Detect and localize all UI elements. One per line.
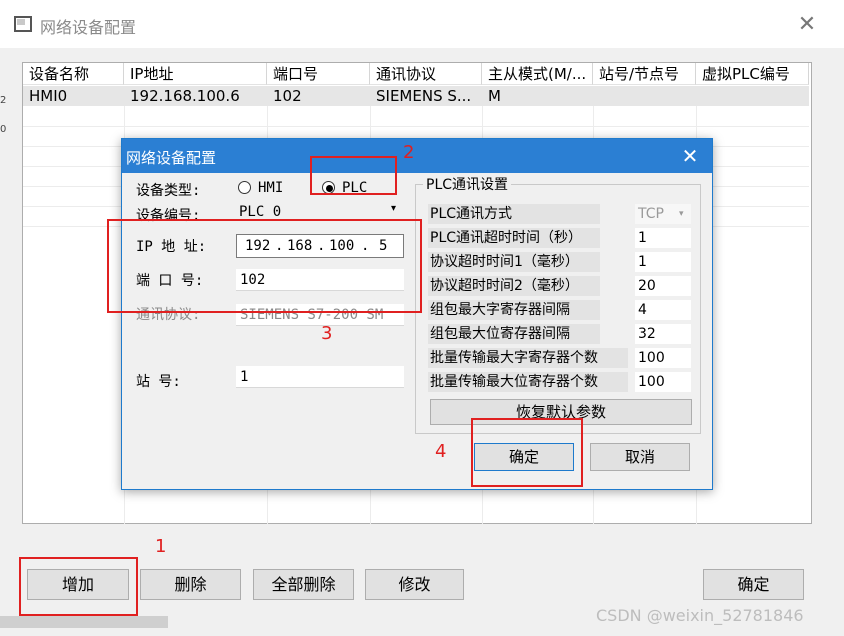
grid-line [23,126,809,127]
annotation-box [471,418,583,487]
dialog-cancel-button[interactable]: 取消 [590,443,690,471]
param-label: 协议超时时间1（毫秒） [428,252,600,272]
annotation-box [107,219,422,313]
radio-hmi[interactable] [238,181,251,194]
param-input[interactable]: 20 [635,276,691,296]
annotation-number: 3 [321,323,333,344]
dropdown-arrow-icon: ▾ [391,203,397,214]
radio-hmi-label[interactable]: HMI [258,180,283,196]
station-label: 站 号: [136,374,181,390]
delete-all-button[interactable]: 全部删除 [253,569,354,600]
edge-mark: 2 [0,95,7,106]
param-label: 协议超时时间2（毫秒） [428,276,600,296]
network-device-dialog: 网络设备配置 ✕ 设备类型: HMI PLC 设备编号: PLC 0 ▾ IP … [121,138,713,490]
annotation-number: 2 [403,142,415,163]
edge-marks: 2 0 [0,95,6,135]
column-header-station[interactable]: 站号/节点号 [593,63,696,85]
dialog-titlebar: 网络设备配置 ✕ [122,139,712,173]
window-title: 网络设备配置 [40,18,137,37]
param-input[interactable]: 1 [635,252,691,272]
param-label: 组包最大字寄存器间隔 [428,300,600,320]
column-header-device-name[interactable]: 设备名称 [23,63,124,85]
column-header-protocol[interactable]: 通讯协议 [370,63,482,85]
plc-settings-title: PLC通讯设置 [423,174,512,194]
param-label: 批量传输最大字寄存器个数 [428,348,628,368]
column-header-master-slave[interactable]: 主从模式(M/... [482,63,593,85]
param-label: PLC通讯方式 [428,204,600,224]
param-input[interactable]: 100 [635,348,691,368]
delete-button[interactable]: 删除 [140,569,241,600]
watermark: CSDN @weixin_52781846 [596,606,804,625]
window-app-icon [14,16,32,32]
param-comm-mode-select[interactable]: TCP ▾ [635,204,691,224]
modify-button[interactable]: 修改 [365,569,464,600]
param-value: TCP [638,206,664,222]
table-row[interactable]: HMI0 192.168.100.6 102 SIEMENS S... M [23,86,809,106]
table-cell: 102 [273,87,302,105]
ok-button[interactable]: 确定 [703,569,804,600]
column-header-port[interactable]: 端口号 [267,63,370,85]
table-cell [593,86,696,106]
table-cell [696,86,809,106]
param-input[interactable]: 32 [635,324,691,344]
param-label: 组包最大位寄存器间隔 [428,324,600,344]
table-cell: SIEMENS S... [376,87,472,105]
horizontal-scrollbar[interactable] [0,616,168,628]
device-id-value: PLC 0 [239,204,282,220]
dialog-title: 网络设备配置 [126,149,217,167]
param-label: PLC通讯超时时间（秒） [428,228,600,248]
annotation-box [19,557,138,616]
annotation-number: 1 [155,536,167,557]
dialog-close-icon[interactable]: ✕ [678,144,702,168]
table-cell: 192.168.100.6 [130,87,240,105]
table-cell: HMI0 [29,87,68,105]
annotation-number: 4 [435,441,447,462]
column-header-ip[interactable]: IP地址 [124,63,267,85]
window-titlebar: 网络设备配置 ✕ [0,0,844,48]
column-header-virtual-plc[interactable]: 虚拟PLC编号 [696,63,809,85]
edge-mark: 0 [0,124,7,135]
param-input[interactable]: 100 [635,372,691,392]
dropdown-arrow-icon: ▾ [679,209,684,219]
station-input[interactable]: 1 [236,366,404,388]
param-input[interactable]: 1 [635,228,691,248]
param-input[interactable]: 4 [635,300,691,320]
device-type-label: 设备类型: [136,183,201,199]
annotation-box [310,156,397,195]
param-label: 批量传输最大位寄存器个数 [428,372,628,392]
table-cell: M [488,87,501,105]
window-close-icon[interactable]: ✕ [794,12,820,38]
